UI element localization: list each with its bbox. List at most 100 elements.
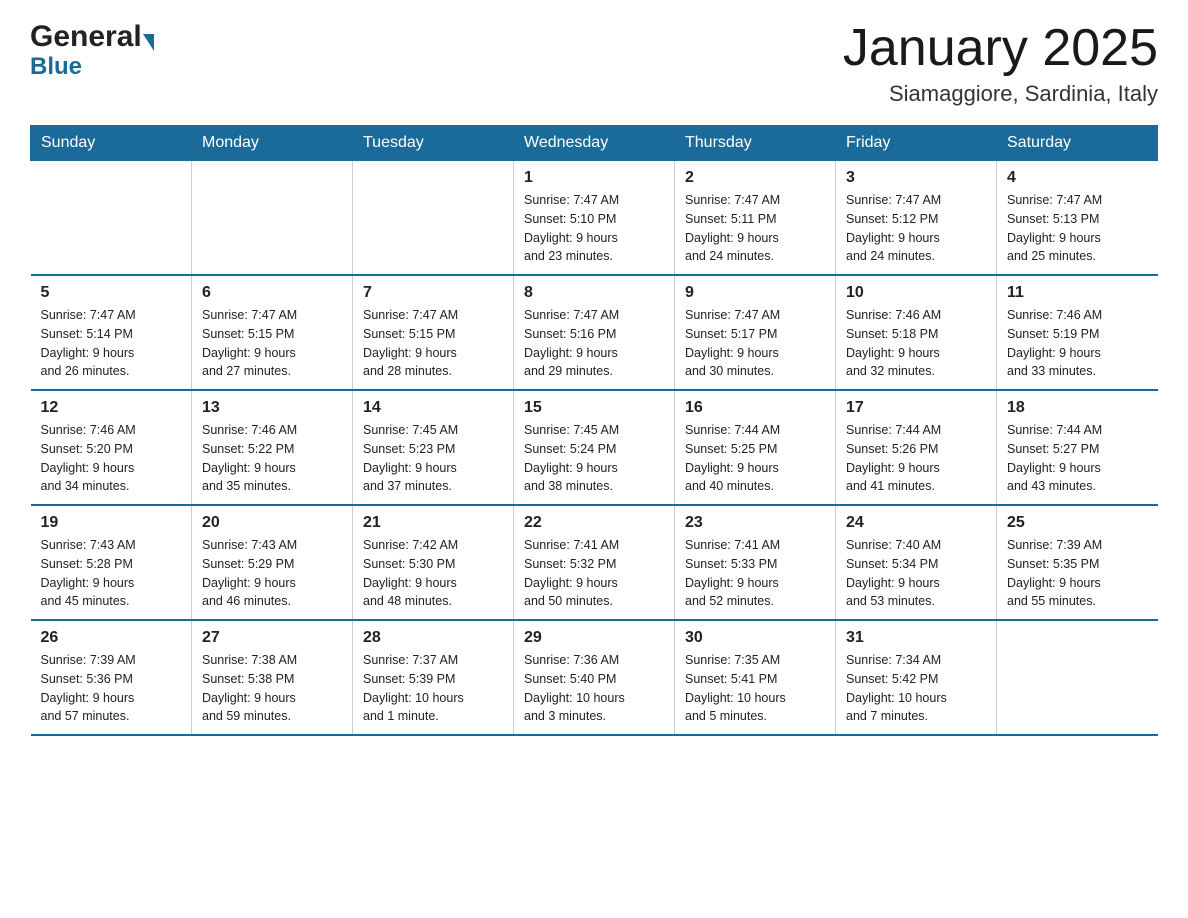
day-info: Sunrise: 7:47 AM Sunset: 5:12 PM Dayligh… xyxy=(846,191,986,266)
day-number: 7 xyxy=(363,284,503,302)
day-number: 17 xyxy=(846,399,986,417)
location: Siamaggiore, Sardinia, Italy xyxy=(843,81,1158,107)
calendar-cell: 4Sunrise: 7:47 AM Sunset: 5:13 PM Daylig… xyxy=(997,161,1158,276)
calendar-cell: 21 Sunrise: 7:42 AM Sunset: 5:30 PM Dayli… xyxy=(353,505,514,620)
day-info: Sunrise: 7:41 AM Sunset: 5:33 PM Dayligh… xyxy=(685,536,825,611)
day-info: Sunrise: 7:40 AM Sunset: 5:34 PM Dayligh… xyxy=(846,536,986,611)
day-number: 22 xyxy=(524,514,664,532)
day-number: 5 xyxy=(41,284,182,302)
day-number: 1 xyxy=(524,169,664,187)
calendar-cell: 26Sunrise: 7:39 AM Sunset: 5:36 PM Dayli… xyxy=(31,620,192,735)
calendar-week-1: 1 Sunrise: 7:47 AM Sunset: 5:10 PM Daylig… xyxy=(31,161,1158,276)
calendar-cell: 14 Sunrise: 7:45 AM Sunset: 5:23 PM Dayli… xyxy=(353,390,514,505)
header-day-saturday: Saturday xyxy=(997,126,1158,161)
day-info: Sunrise: 7:47 AM Sunset: 5:17 PM Dayligh… xyxy=(685,306,825,381)
calendar-cell: 13Sunrise: 7:46 AM Sunset: 5:22 PM Dayli… xyxy=(192,390,353,505)
header-day-wednesday: Wednesday xyxy=(514,126,675,161)
day-number: 14 xyxy=(363,399,503,417)
day-number: 12 xyxy=(41,399,182,417)
calendar-cell: 3 Sunrise: 7:47 AM Sunset: 5:12 PM Daylig… xyxy=(836,161,997,276)
day-number: 31 xyxy=(846,629,986,647)
calendar-header: SundayMondayTuesdayWednesdayThursdayFrid… xyxy=(31,126,1158,161)
calendar-cell: 1 Sunrise: 7:47 AM Sunset: 5:10 PM Daylig… xyxy=(514,161,675,276)
day-number: 9 xyxy=(685,284,825,302)
day-number: 28 xyxy=(363,629,503,647)
calendar-cell: 16 Sunrise: 7:44 AM Sunset: 5:25 PM Dayli… xyxy=(675,390,836,505)
day-info: Sunrise: 7:43 AM Sunset: 5:29 PM Dayligh… xyxy=(202,536,342,611)
day-info: Sunrise: 7:39 AM Sunset: 5:36 PM Dayligh… xyxy=(41,651,182,726)
day-number: 6 xyxy=(202,284,342,302)
calendar-cell xyxy=(353,161,514,276)
day-number: 24 xyxy=(846,514,986,532)
calendar-cell: 11 Sunrise: 7:46 AM Sunset: 5:19 PM Dayli… xyxy=(997,275,1158,390)
calendar-cell: 24 Sunrise: 7:40 AM Sunset: 5:34 PM Dayli… xyxy=(836,505,997,620)
header-row: SundayMondayTuesdayWednesdayThursdayFrid… xyxy=(31,126,1158,161)
calendar-table: SundayMondayTuesdayWednesdayThursdayFrid… xyxy=(30,125,1158,736)
calendar-cell: 28 Sunrise: 7:37 AM Sunset: 5:39 PM Dayli… xyxy=(353,620,514,735)
header-day-monday: Monday xyxy=(192,126,353,161)
calendar-cell: 10 Sunrise: 7:46 AM Sunset: 5:18 PM Dayli… xyxy=(836,275,997,390)
calendar-cell: 25 Sunrise: 7:39 AM Sunset: 5:35 PM Dayli… xyxy=(997,505,1158,620)
calendar-cell: 20Sunrise: 7:43 AM Sunset: 5:29 PM Dayli… xyxy=(192,505,353,620)
logo: General Blue xyxy=(30,20,154,80)
calendar-cell: 18 Sunrise: 7:44 AM Sunset: 5:27 PM Dayli… xyxy=(997,390,1158,505)
page-header: General Blue January 2025 Siamaggiore, S… xyxy=(30,20,1158,107)
day-info: Sunrise: 7:45 AM Sunset: 5:23 PM Dayligh… xyxy=(363,421,503,496)
logo-triangle-icon xyxy=(143,34,154,51)
logo-general-row: General xyxy=(30,20,154,55)
day-number: 4 xyxy=(1007,169,1148,187)
header-day-thursday: Thursday xyxy=(675,126,836,161)
day-number: 18 xyxy=(1007,399,1148,417)
day-number: 23 xyxy=(685,514,825,532)
day-info: Sunrise: 7:46 AM Sunset: 5:20 PM Dayligh… xyxy=(41,421,182,496)
calendar-cell: 15Sunrise: 7:45 AM Sunset: 5:24 PM Dayli… xyxy=(514,390,675,505)
day-number: 30 xyxy=(685,629,825,647)
calendar-cell: 23 Sunrise: 7:41 AM Sunset: 5:33 PM Dayli… xyxy=(675,505,836,620)
header-day-sunday: Sunday xyxy=(31,126,192,161)
day-info: Sunrise: 7:36 AM Sunset: 5:40 PM Dayligh… xyxy=(524,651,664,726)
day-number: 27 xyxy=(202,629,342,647)
day-info: Sunrise: 7:46 AM Sunset: 5:18 PM Dayligh… xyxy=(846,306,986,381)
calendar-cell: 31Sunrise: 7:34 AM Sunset: 5:42 PM Dayli… xyxy=(836,620,997,735)
calendar-week-3: 12 Sunrise: 7:46 AM Sunset: 5:20 PM Dayli… xyxy=(31,390,1158,505)
day-info: Sunrise: 7:42 AM Sunset: 5:30 PM Dayligh… xyxy=(363,536,503,611)
day-number: 10 xyxy=(846,284,986,302)
day-number: 16 xyxy=(685,399,825,417)
day-info: Sunrise: 7:46 AM Sunset: 5:22 PM Dayligh… xyxy=(202,421,342,496)
day-info: Sunrise: 7:47 AM Sunset: 5:11 PM Dayligh… xyxy=(685,191,825,266)
calendar-cell: 30 Sunrise: 7:35 AM Sunset: 5:41 PM Dayli… xyxy=(675,620,836,735)
day-info: Sunrise: 7:44 AM Sunset: 5:27 PM Dayligh… xyxy=(1007,421,1148,496)
calendar-cell: 17 Sunrise: 7:44 AM Sunset: 5:26 PM Dayli… xyxy=(836,390,997,505)
day-info: Sunrise: 7:44 AM Sunset: 5:25 PM Dayligh… xyxy=(685,421,825,496)
calendar-cell: 27Sunrise: 7:38 AM Sunset: 5:38 PM Dayli… xyxy=(192,620,353,735)
day-number: 3 xyxy=(846,169,986,187)
day-info: Sunrise: 7:47 AM Sunset: 5:14 PM Dayligh… xyxy=(41,306,182,381)
calendar-body: 1 Sunrise: 7:47 AM Sunset: 5:10 PM Daylig… xyxy=(31,161,1158,736)
calendar-cell: 12 Sunrise: 7:46 AM Sunset: 5:20 PM Dayli… xyxy=(31,390,192,505)
calendar-cell xyxy=(997,620,1158,735)
calendar-cell: 22 Sunrise: 7:41 AM Sunset: 5:32 PM Dayli… xyxy=(514,505,675,620)
day-info: Sunrise: 7:39 AM Sunset: 5:35 PM Dayligh… xyxy=(1007,536,1148,611)
day-info: Sunrise: 7:41 AM Sunset: 5:32 PM Dayligh… xyxy=(524,536,664,611)
day-number: 25 xyxy=(1007,514,1148,532)
calendar-cell: 29Sunrise: 7:36 AM Sunset: 5:40 PM Dayli… xyxy=(514,620,675,735)
day-info: Sunrise: 7:47 AM Sunset: 5:15 PM Dayligh… xyxy=(363,306,503,381)
calendar-cell xyxy=(31,161,192,276)
day-info: Sunrise: 7:47 AM Sunset: 5:15 PM Dayligh… xyxy=(202,306,342,381)
day-number: 8 xyxy=(524,284,664,302)
calendar-cell xyxy=(192,161,353,276)
day-info: Sunrise: 7:46 AM Sunset: 5:19 PM Dayligh… xyxy=(1007,306,1148,381)
day-info: Sunrise: 7:44 AM Sunset: 5:26 PM Dayligh… xyxy=(846,421,986,496)
day-number: 19 xyxy=(41,514,182,532)
month-title: January 2025 xyxy=(843,20,1158,77)
day-info: Sunrise: 7:35 AM Sunset: 5:41 PM Dayligh… xyxy=(685,651,825,726)
day-info: Sunrise: 7:45 AM Sunset: 5:24 PM Dayligh… xyxy=(524,421,664,496)
day-info: Sunrise: 7:37 AM Sunset: 5:39 PM Dayligh… xyxy=(363,651,503,726)
day-number: 11 xyxy=(1007,284,1148,302)
header-day-tuesday: Tuesday xyxy=(353,126,514,161)
day-info: Sunrise: 7:47 AM Sunset: 5:10 PM Dayligh… xyxy=(524,191,664,266)
day-number: 21 xyxy=(363,514,503,532)
header-day-friday: Friday xyxy=(836,126,997,161)
day-info: Sunrise: 7:47 AM Sunset: 5:16 PM Dayligh… xyxy=(524,306,664,381)
day-info: Sunrise: 7:43 AM Sunset: 5:28 PM Dayligh… xyxy=(41,536,182,611)
